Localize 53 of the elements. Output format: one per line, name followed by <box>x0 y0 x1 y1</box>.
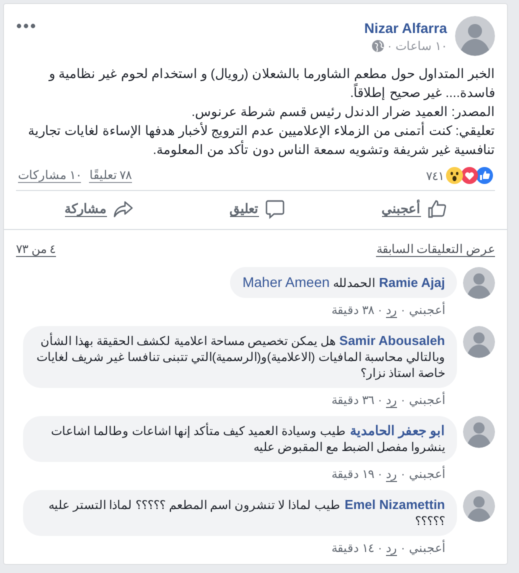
separator-dot: · <box>401 303 405 318</box>
like-link[interactable]: أعجبني <box>409 541 445 556</box>
separator-dot: · <box>401 393 405 408</box>
avatar[interactable] <box>463 267 495 299</box>
commenter-name[interactable]: ابو جعفر الحامدية <box>350 423 445 438</box>
commenter-name[interactable]: Samir Abousaleh <box>339 333 445 348</box>
comment-time[interactable]: ١٤ دقيقة <box>332 541 374 556</box>
separator-dot: · <box>378 541 382 556</box>
thumbs-up-icon <box>426 199 446 219</box>
heart-reaction-icon <box>461 167 478 184</box>
post-time[interactable]: ١٠ ساعات <box>396 38 447 52</box>
more-options-icon[interactable] <box>16 22 36 30</box>
comment-time[interactable]: ٣٦ دقيقة <box>332 393 374 408</box>
share-arrow-icon <box>112 199 132 219</box>
reply-link[interactable]: رد <box>386 541 397 556</box>
separator-dot: · <box>401 541 405 556</box>
shares-count[interactable]: ١٠ مشاركات <box>18 168 82 183</box>
wow-reaction-icon <box>446 167 463 184</box>
comment-count: ٤ من ٧٣ <box>16 242 56 257</box>
avatar[interactable] <box>463 326 495 358</box>
separator-dot: · <box>388 38 392 52</box>
post-text: تعليقي: كنت أتمنى من الزملاء الإعلاميين عدم الترويج لأخبار هدفها الإساءة لغايات تجارية تنافسية غير شريفة وتشويه سمعة الناس دون تأكد من المعلومة. <box>27 121 495 159</box>
post-text: الخبر المتداول حول مطعم الشاورما بالشعلان (رويال) و استخدام لحوم غير نظامية و فاسدة.... غير صحيح إطلاقاً. <box>48 65 495 102</box>
like-reaction-icon <box>476 167 493 184</box>
comments-count[interactable]: ٧٨ تعليقًا <box>89 168 132 183</box>
like-link[interactable]: أعجبني <box>409 467 445 482</box>
comment-text: ابو جعفر الحامدية طيب وسيادة العميد كيف متأكد إنها اشاعات وطالما اشاعات ينشروا مفصل الضبط مع المقبوض عليه <box>50 423 445 455</box>
reaction-count[interactable]: ٧٤١ <box>426 168 444 182</box>
like-link[interactable]: أعجبني <box>409 303 445 318</box>
reply-link[interactable]: رد <box>386 467 397 482</box>
comment-button[interactable]: تعليق <box>230 199 284 219</box>
speech-bubble-icon <box>264 199 284 219</box>
separator-dot: · <box>378 303 382 318</box>
author-name[interactable]: Nizar Alfarra <box>44 20 447 36</box>
avatar[interactable] <box>463 490 495 522</box>
globe-icon[interactable] <box>372 40 384 52</box>
comment-time[interactable]: ١٩ دقيقة <box>332 467 374 482</box>
mention-link[interactable]: Maher Ameen <box>242 274 330 290</box>
like-link[interactable]: أعجبني <box>409 393 445 408</box>
post-text: المصدر: العميد ضرار الدندل رئيس قسم شرطة عرنوس. <box>190 103 495 121</box>
avatar[interactable] <box>463 416 495 448</box>
separator-dot: · <box>401 467 405 482</box>
reply-link[interactable]: رد <box>386 393 397 408</box>
separator-dot: · <box>378 393 382 408</box>
separator-dot: · <box>378 467 382 482</box>
view-previous-comments-link[interactable]: عرض التعليقات السابقة <box>376 242 495 257</box>
reply-link[interactable]: رد <box>386 303 397 318</box>
commenter-name[interactable]: Ramie Ajaj <box>379 275 445 290</box>
comment-time[interactable]: ٣٨ دقيقة <box>332 303 374 318</box>
avatar[interactable] <box>455 16 495 56</box>
share-button[interactable]: مشاركة <box>64 199 132 219</box>
like-button[interactable]: أعجبني <box>382 199 446 219</box>
commenter-name[interactable]: Emel Nizamettin <box>344 497 445 512</box>
